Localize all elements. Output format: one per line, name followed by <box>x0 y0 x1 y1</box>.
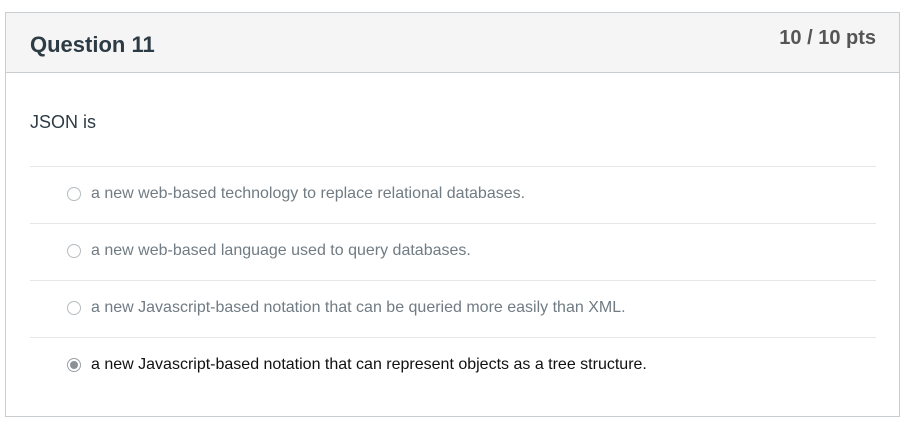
question-title: Question 11 <box>30 32 155 57</box>
answer-label: a new web-based technology to replace re… <box>91 185 526 202</box>
answer-label: a new web-based language used to query d… <box>91 242 471 259</box>
radio-button-icon[interactable] <box>67 244 81 258</box>
question-text: JSON is <box>30 112 97 132</box>
question-header: Question 11 10 / 10 pts <box>6 13 899 73</box>
answer-label: a new Javascript-based notation that can… <box>91 356 647 373</box>
question-points: 10 / 10 pts <box>779 27 876 49</box>
answer-label: a new Javascript-based notation that can… <box>91 299 626 316</box>
answer-option-2[interactable]: a new web-based language used to query d… <box>30 223 876 280</box>
radio-button-icon[interactable] <box>67 301 81 315</box>
radio-button-icon[interactable] <box>67 187 81 201</box>
answer-option-4[interactable]: a new Javascript-based notation that can… <box>30 337 876 394</box>
answer-option-1[interactable]: a new web-based technology to replace re… <box>30 166 876 223</box>
answer-option-3[interactable]: a new Javascript-based notation that can… <box>30 280 876 337</box>
question-card: Question 11 10 / 10 pts JSON is a new we… <box>5 12 900 417</box>
radio-button-selected-icon[interactable] <box>67 358 81 372</box>
answer-list: a new web-based technology to replace re… <box>30 166 876 394</box>
